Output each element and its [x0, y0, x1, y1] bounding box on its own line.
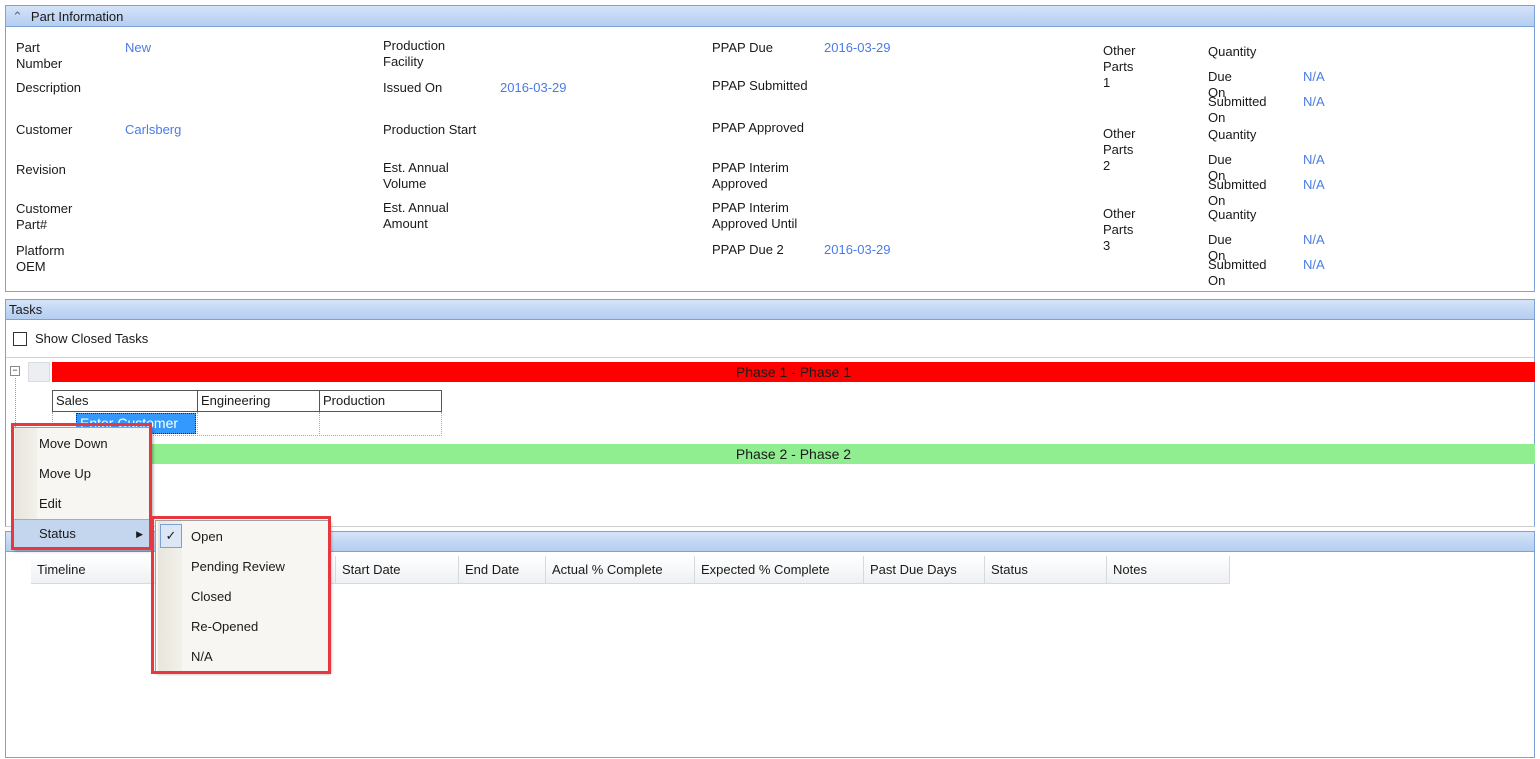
- timeline-column-header[interactable]: Notes: [1107, 556, 1230, 584]
- field-label: Revision: [16, 162, 66, 177]
- column-production[interactable]: Production: [320, 390, 442, 412]
- menu-label: Move Up: [39, 466, 92, 481]
- status-submenu: ✓ Open Pending Review Closed Re-Opened N/A: [155, 520, 329, 672]
- other-parts-label: Other Parts 3: [1103, 206, 1136, 253]
- part-information-header[interactable]: ⌃ Part Information: [6, 6, 1534, 27]
- menu-label: N/A: [191, 649, 213, 664]
- field-value[interactable]: Carlsberg: [125, 122, 325, 138]
- field-value[interactable]: 2016-03-29: [824, 242, 974, 258]
- status-option-open[interactable]: Open: [156, 522, 328, 552]
- phase-1-bar[interactable]: Phase 1 - Phase 1: [52, 362, 1535, 382]
- field-label: Production Start: [383, 122, 477, 137]
- submitted-on-label: Submitted On: [1208, 94, 1267, 125]
- submitted-on-value[interactable]: N/A: [1303, 94, 1325, 110]
- field-label: PPAP Submitted: [712, 78, 808, 93]
- phase-2-bar[interactable]: Phase 2 - Phase 2: [52, 444, 1535, 464]
- status-option-re-opened[interactable]: Re-Opened: [156, 612, 328, 642]
- menu-label: Closed: [191, 589, 232, 604]
- panel-title: Part Information: [30, 9, 124, 24]
- timeline-column-header[interactable]: End Date: [459, 556, 546, 584]
- menu-label: Status: [39, 526, 76, 541]
- field-label: Customer Part#: [16, 201, 73, 232]
- field-label: PPAP Due: [712, 40, 773, 55]
- field-label: Platform OEM: [16, 243, 65, 274]
- menu-label: Pending Review: [191, 559, 285, 574]
- timeline-column-header[interactable]: Past Due Days: [864, 556, 985, 584]
- field-label: PPAP Interim Approved Until: [712, 200, 798, 231]
- field-label: Production Facility: [383, 38, 446, 69]
- menu-label: Move Down: [39, 436, 108, 451]
- task-columns-header: Sales Engineering Production: [52, 390, 442, 412]
- other-parts-label: Other Parts 2: [1103, 126, 1136, 173]
- submitted-on-value[interactable]: N/A: [1303, 257, 1325, 273]
- column-engineering[interactable]: Engineering: [198, 390, 320, 412]
- due-on-value[interactable]: N/A: [1303, 152, 1325, 168]
- menu-label: Open: [191, 529, 223, 544]
- collapse-icon[interactable]: ⌃: [12, 9, 23, 24]
- field-label: Part Number: [16, 40, 63, 71]
- quantity-label: Quantity: [1208, 127, 1257, 142]
- phase-label: Phase 1 - Phase 1: [735, 364, 852, 380]
- submenu-arrow-icon: ▶: [136, 529, 143, 539]
- timeline-column-header[interactable]: Expected % Complete: [695, 556, 864, 584]
- column-sales[interactable]: Sales: [53, 390, 198, 412]
- field-label: PPAP Approved: [712, 120, 805, 135]
- submitted-on-label: Submitted On: [1208, 177, 1267, 208]
- submitted-on-label: Submitted On: [1208, 257, 1267, 288]
- menu-item-move-down[interactable]: Move Down: [13, 429, 150, 459]
- expand-toggle[interactable]: −: [10, 366, 20, 376]
- timeline-column-header[interactable]: Actual % Complete: [546, 556, 695, 584]
- quantity-label: Quantity: [1208, 44, 1257, 59]
- field-label: PPAP Interim Approved: [712, 160, 789, 191]
- menu-label: Edit: [39, 496, 62, 511]
- field-value[interactable]: New: [125, 40, 325, 56]
- field-label: Est. Annual Volume: [383, 160, 449, 191]
- field-label: Customer: [16, 122, 73, 137]
- menu-item-edit[interactable]: Edit: [13, 489, 150, 519]
- checkbox-label: Show Closed Tasks: [35, 331, 149, 346]
- field-label: Description: [16, 80, 82, 95]
- field-label: Est. Annual Amount: [383, 200, 449, 231]
- field-value[interactable]: 2016-03-29: [500, 80, 650, 96]
- quantity-label: Quantity: [1208, 207, 1257, 222]
- other-parts-label: Other Parts 1: [1103, 43, 1136, 90]
- timeline-column-header[interactable]: Status: [985, 556, 1107, 584]
- panel-title: Tasks: [9, 302, 43, 317]
- checkbox-box[interactable]: [13, 331, 27, 346]
- show-closed-tasks-checkbox[interactable]: Show Closed Tasks: [13, 331, 148, 346]
- due-on-value[interactable]: N/A: [1303, 69, 1325, 85]
- status-option-closed[interactable]: Closed: [156, 582, 328, 612]
- tasks-header: Tasks: [6, 300, 1534, 320]
- submitted-on-value[interactable]: N/A: [1303, 177, 1325, 193]
- context-menu: Move Down Move Up Edit Status ▶: [12, 427, 151, 549]
- due-on-value[interactable]: N/A: [1303, 232, 1325, 248]
- phase-label: Phase 2 - Phase 2: [735, 446, 852, 462]
- menu-item-move-up[interactable]: Move Up: [13, 459, 150, 489]
- menu-label: Re-Opened: [191, 619, 259, 634]
- field-label: Issued On: [383, 80, 443, 95]
- status-option-pending-review[interactable]: Pending Review: [156, 552, 328, 582]
- timeline-column-header[interactable]: Start Date: [336, 556, 459, 584]
- status-option-n-a[interactable]: N/A: [156, 642, 328, 672]
- field-label: PPAP Due 2: [712, 242, 784, 257]
- menu-item-status[interactable]: Status ▶: [13, 519, 150, 549]
- field-value[interactable]: 2016-03-29: [824, 40, 974, 56]
